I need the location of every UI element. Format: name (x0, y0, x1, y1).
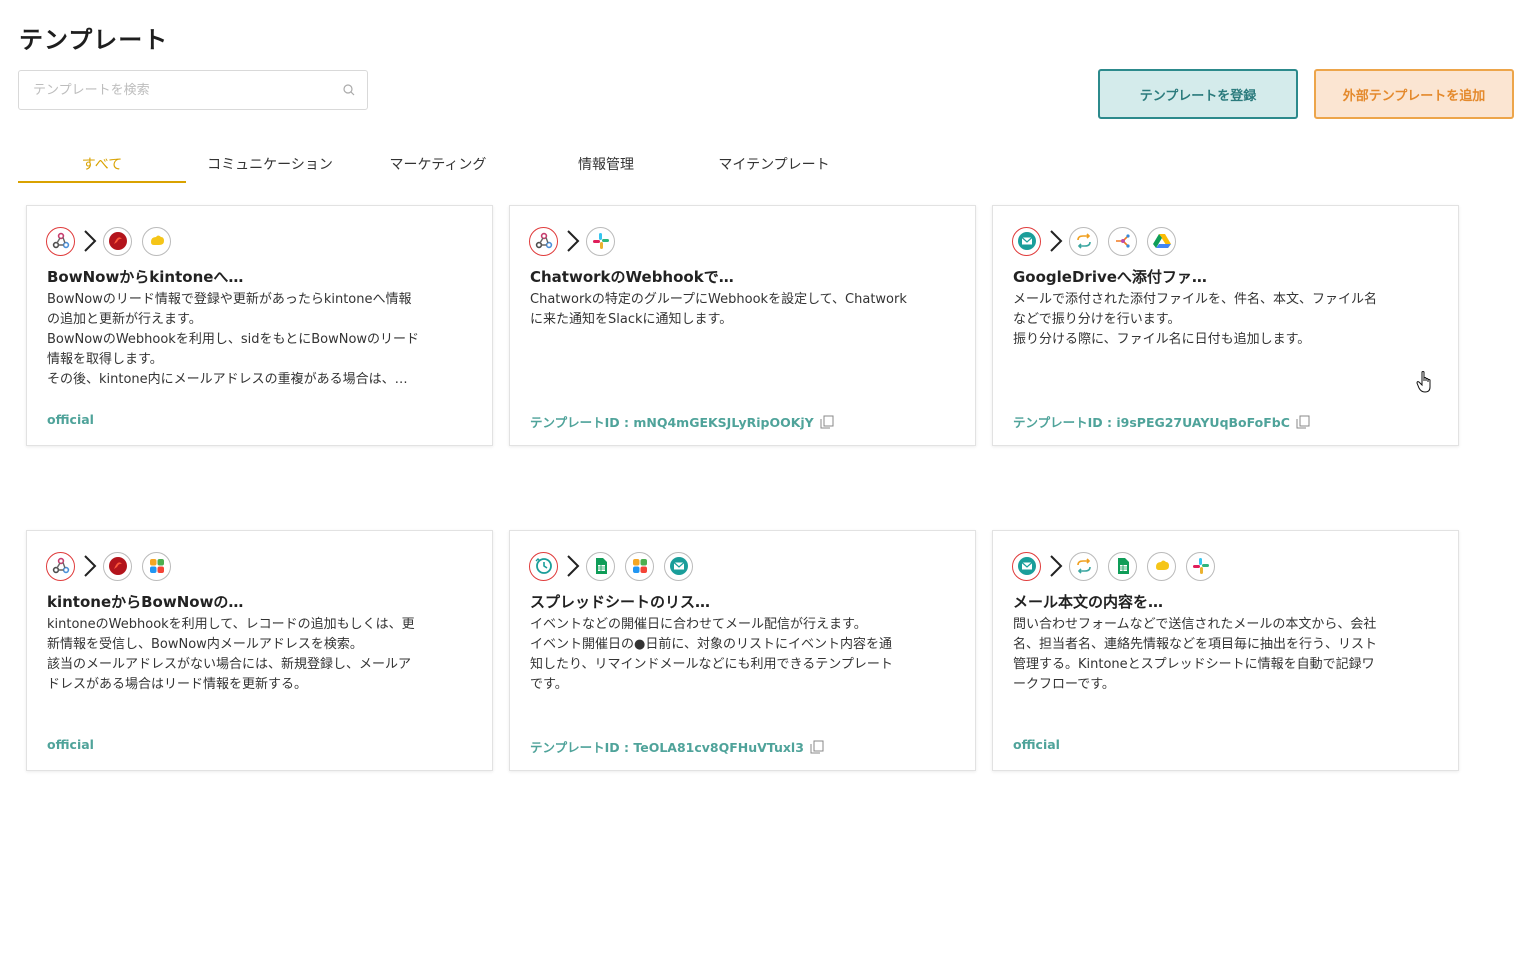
schedule-icon (529, 551, 558, 581)
tab-marketing[interactable]: マーケティング (354, 148, 522, 183)
register-template-button[interactable]: テンプレートを登録 (1098, 69, 1298, 119)
chevron-right-icon (83, 554, 97, 578)
search-input[interactable] (33, 71, 333, 109)
template-id: テンプレートID : TeOLA81cv8QFHuVTuxl3 (530, 740, 804, 755)
mail-icon (664, 551, 693, 581)
slack-icon (586, 226, 615, 256)
tab-communication[interactable]: コミュニケーション (186, 148, 354, 183)
card-footer: official (47, 412, 94, 427)
template-card[interactable]: BowNowからkintoneへ… BowNowのリード情報で登録や更新があった… (26, 205, 493, 446)
google-drive-icon (1147, 226, 1176, 256)
webhook-icon (46, 551, 75, 581)
official-label: official (47, 412, 94, 427)
template-card[interactable]: GoogleDriveへ添付ファ… メールで添付された添付ファイルを、件名、本文… (992, 205, 1459, 446)
card-description: kintoneのWebhookを利用して、レコードの追加もしくは、更 新情報を受… (47, 617, 415, 692)
card-footer: テンプレートID : TeOLA81cv8QFHuVTuxl3 (530, 737, 824, 756)
chevron-right-icon (83, 229, 97, 253)
template-id: テンプレートID : mNQ4mGEKSJLyRipOOKjY (530, 415, 814, 430)
kintone-icon (1147, 551, 1176, 581)
card-title: ChatworkのWebhookで… (530, 268, 734, 286)
card-icons (46, 226, 181, 256)
card-footer: official (47, 737, 94, 752)
official-label: official (47, 737, 94, 752)
copy-icon[interactable] (820, 415, 834, 429)
slack-icon (1186, 551, 1215, 581)
card-description: Chatworkの特定のグループにWebhookを設定して、Chatwork に… (530, 292, 907, 327)
webhook-icon (529, 226, 558, 256)
card-footer: テンプレートID : i9sPEG27UAYUqBoFoFbC (1013, 412, 1310, 431)
card-description: メールで添付された添付ファイルを、件名、本文、ファイル名 などで振り分けを行いま… (1013, 292, 1378, 347)
loop-icon (1069, 226, 1098, 256)
tab-info-management[interactable]: 情報管理 (522, 148, 690, 183)
template-card[interactable]: ChatworkのWebhookで… Chatworkの特定のグループにWebh… (509, 205, 976, 446)
official-label: official (1013, 737, 1060, 752)
bownow-icon (103, 551, 132, 581)
tab-my-templates[interactable]: マイテンプレート (690, 148, 858, 183)
mail-icon (1012, 226, 1041, 256)
card-footer: テンプレートID : mNQ4mGEKSJLyRipOOKjY (530, 412, 834, 431)
kintone-icon (142, 226, 171, 256)
template-card[interactable]: スプレッドシートのリス… イベントなどの開催日に合わせてメール配信が行えます。 … (509, 530, 976, 771)
category-tabs: すべて コミュニケーション マーケティング 情報管理 マイテンプレート (18, 148, 858, 183)
search-box[interactable] (18, 70, 368, 110)
card-description: BowNowのリード情報で登録や更新があったらkintoneへ情報 の追加と更新… (47, 292, 420, 387)
template-card[interactable]: kintoneからBowNowの… kintoneのWebhookを利用して、レ… (26, 530, 493, 771)
add-external-template-button[interactable]: 外部テンプレートを追加 (1314, 69, 1514, 119)
page-title: テンプレート (19, 26, 169, 54)
card-title: メール本文の内容を… (1013, 593, 1164, 611)
webhook-icon (46, 226, 75, 256)
card-footer: official (1013, 737, 1060, 752)
card-icons (46, 551, 181, 581)
hand-cursor-icon (1416, 371, 1431, 393)
card-title: GoogleDriveへ添付ファ… (1013, 268, 1207, 286)
grid-app-icon (625, 551, 654, 581)
copy-icon[interactable] (1296, 415, 1310, 429)
search-icon[interactable] (343, 84, 355, 96)
card-icons (529, 226, 625, 256)
template-card[interactable]: メール本文の内容を… 問い合わせフォームなどで送信されたメールの本文から、会社 … (992, 530, 1459, 771)
loop-icon (1069, 551, 1098, 581)
card-icons (529, 551, 703, 581)
card-description: 問い合わせフォームなどで送信されたメールの本文から、会社 名、担当者名、連絡先情… (1013, 617, 1378, 692)
bownow-icon (103, 226, 132, 256)
card-title: BowNowからkintoneへ… (47, 268, 244, 286)
grid-app-icon (142, 551, 171, 581)
branch-icon (1108, 226, 1137, 256)
google-sheets-icon (586, 551, 615, 581)
google-sheets-icon (1108, 551, 1137, 581)
mail-icon (1012, 551, 1041, 581)
card-description: イベントなどの開催日に合わせてメール配信が行えます。 イベント開催日の●日前に、… (530, 617, 893, 692)
tab-all[interactable]: すべて (18, 148, 186, 183)
chevron-right-icon (566, 229, 580, 253)
chevron-right-icon (1049, 554, 1063, 578)
card-title: スプレッドシートのリス… (530, 593, 711, 611)
card-icons (1012, 551, 1225, 581)
card-icons (1012, 226, 1186, 256)
chevron-right-icon (566, 554, 580, 578)
template-id: テンプレートID : i9sPEG27UAYUqBoFoFbC (1013, 415, 1290, 430)
copy-icon[interactable] (810, 740, 824, 754)
card-title: kintoneからBowNowの… (47, 593, 244, 611)
chevron-right-icon (1049, 229, 1063, 253)
